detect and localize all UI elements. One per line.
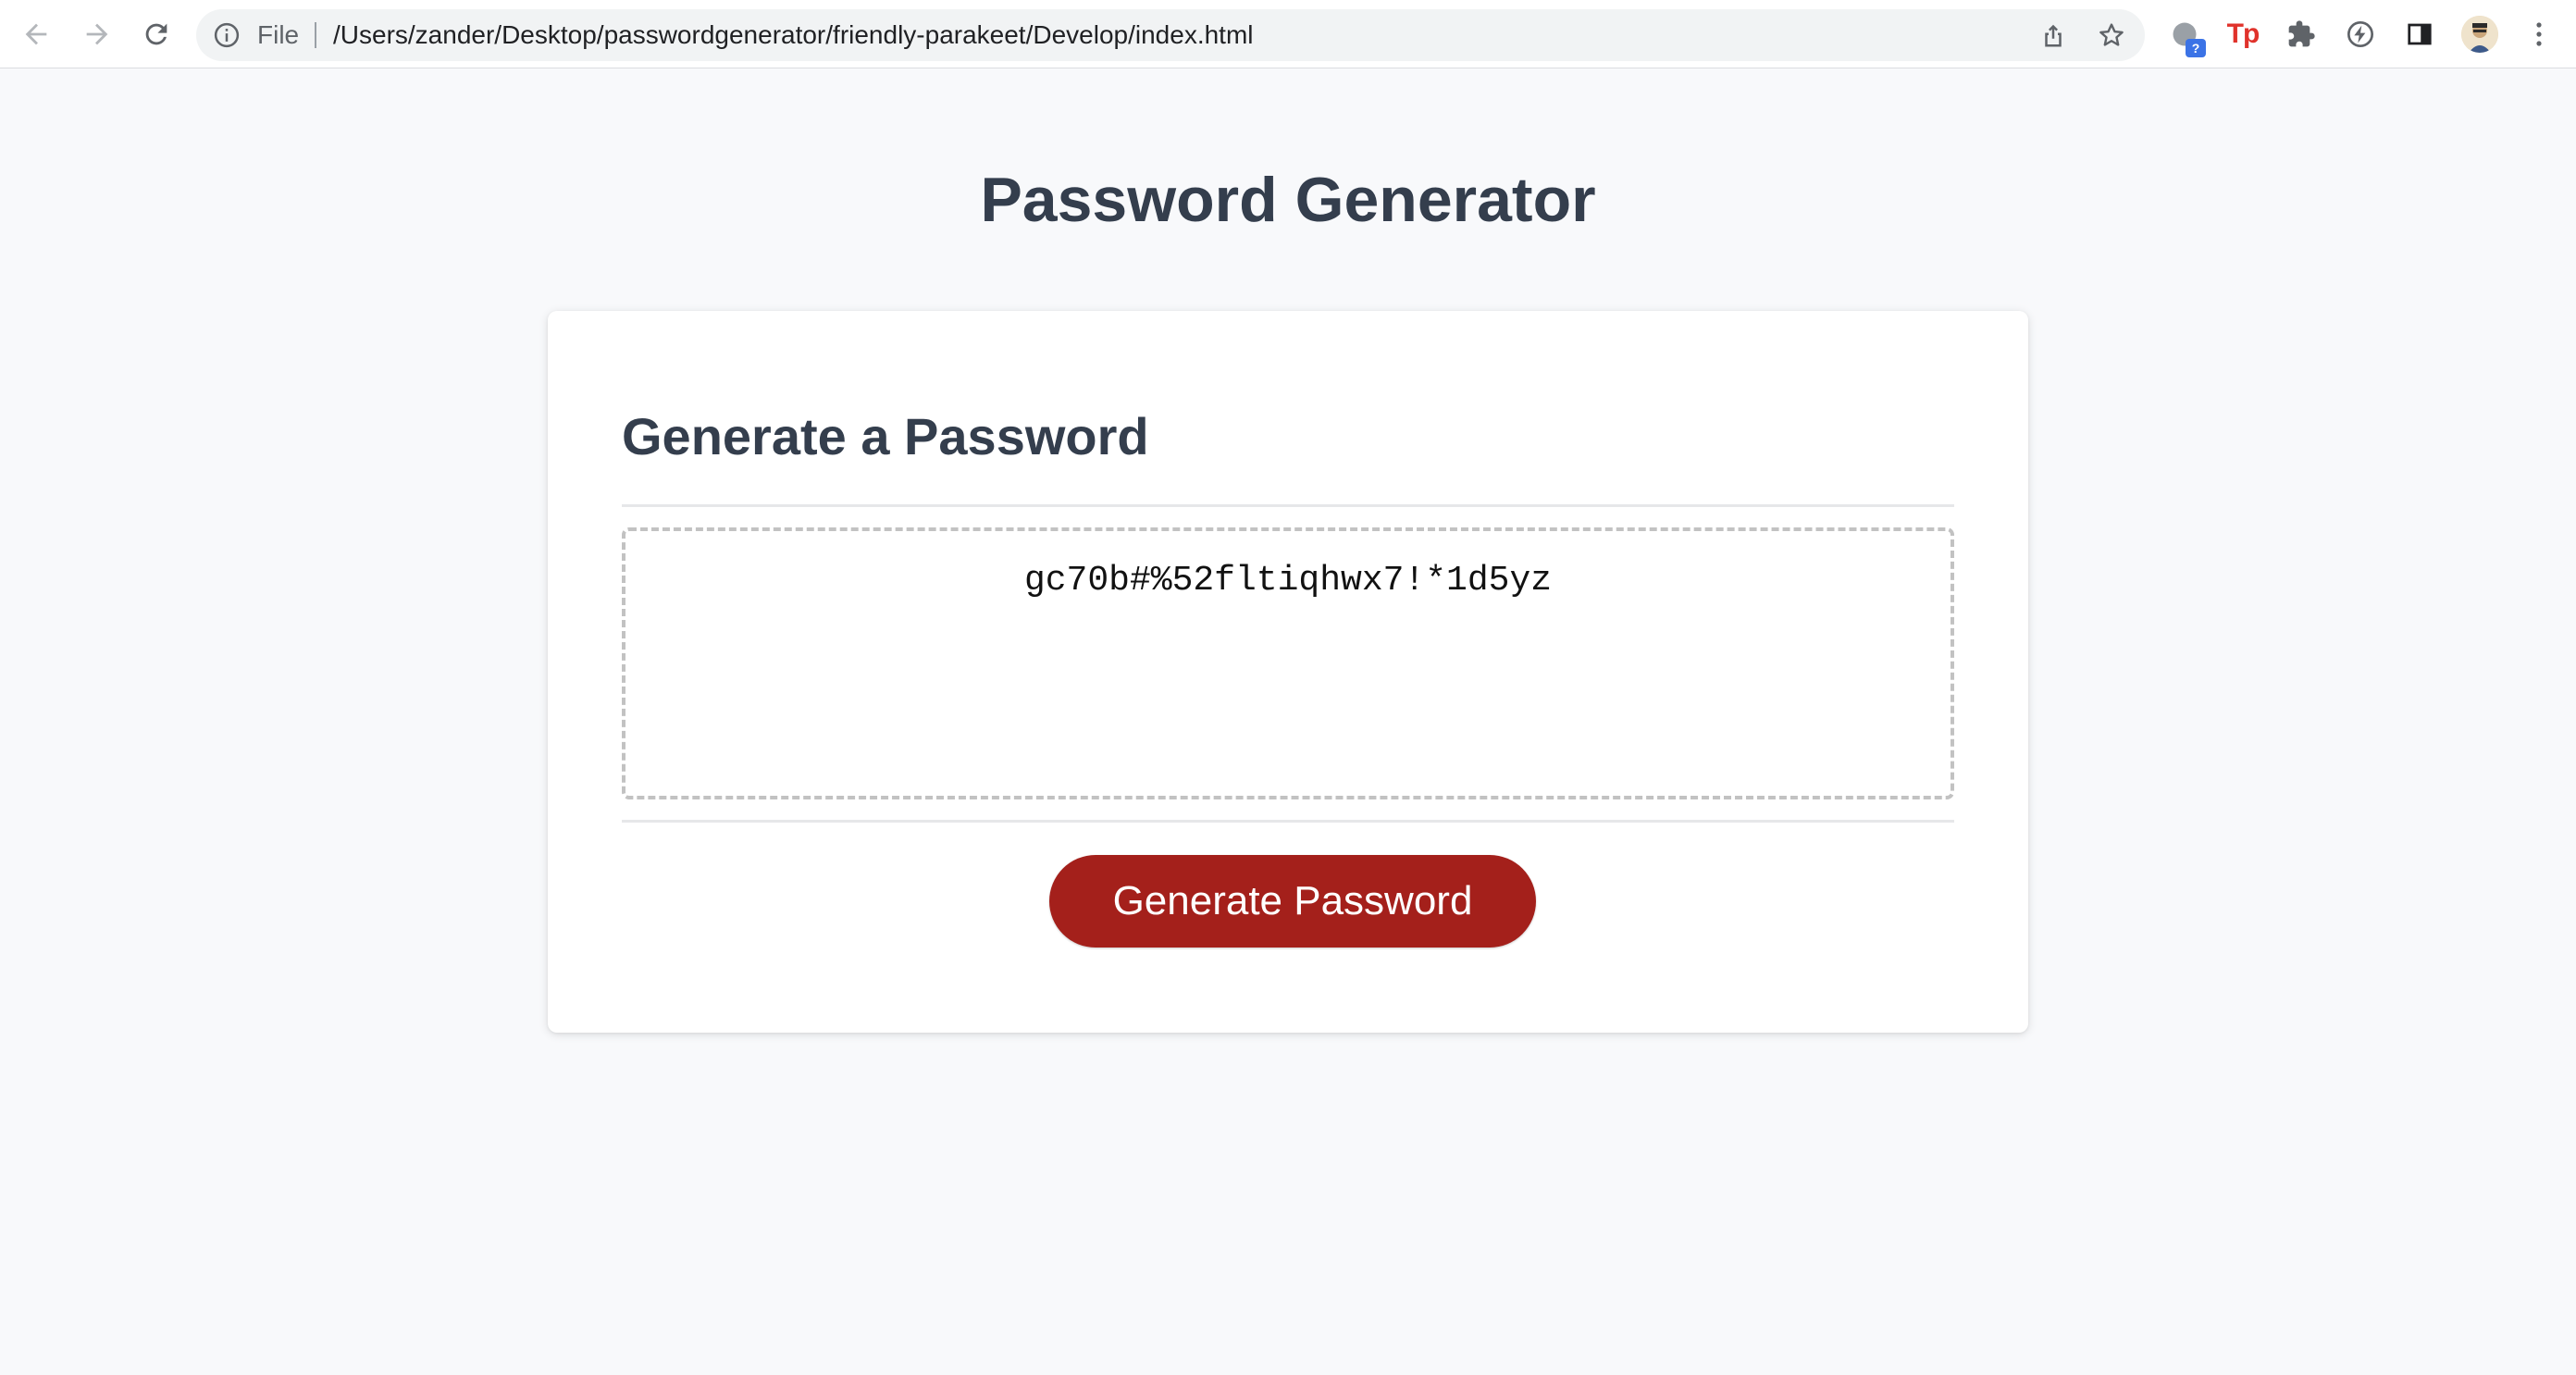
side-panel-icon xyxy=(2408,23,2432,45)
profile-avatar[interactable] xyxy=(2461,16,2498,53)
generate-password-button[interactable]: Generate Password xyxy=(1049,855,1536,948)
card-footer-divider xyxy=(622,820,1954,823)
url-separator xyxy=(315,22,316,48)
back-button[interactable] xyxy=(13,11,59,57)
card-title: Generate a Password xyxy=(622,407,1149,465)
bolt-circle-icon xyxy=(2347,21,2373,47)
info-icon[interactable] xyxy=(213,21,241,49)
page-title: Password Generator xyxy=(980,165,1596,235)
card-header: Generate a Password xyxy=(622,311,1954,507)
reload-icon xyxy=(145,23,167,45)
bookmark-star-icon[interactable] xyxy=(2097,20,2126,50)
extension-tp-button[interactable]: Tp xyxy=(2223,15,2262,54)
arrow-left-icon xyxy=(25,23,47,45)
password-output[interactable]: gc70b#%52fltiqhwx7!*1d5yz xyxy=(622,527,1954,799)
avatar-icon xyxy=(2461,16,2498,53)
more-vertical-icon xyxy=(2536,22,2542,46)
url-scheme-label: File xyxy=(257,20,300,49)
reload-button[interactable] xyxy=(133,11,180,57)
browser-toolbar: File /Users/zander/Desktop/passwordgener… xyxy=(0,0,2576,68)
extension-bolt-button[interactable] xyxy=(2341,15,2380,54)
browser-menu-button[interactable] xyxy=(2522,15,2556,54)
url-text[interactable]: /Users/zander/Desktop/passwordgenerator/… xyxy=(333,9,1254,61)
arrow-right-icon xyxy=(86,23,108,45)
extension-badge: ? xyxy=(2186,39,2206,57)
share-icon[interactable] xyxy=(2039,21,2067,49)
password-card: Generate a Password gc70b#%52fltiqhwx7!*… xyxy=(548,311,2028,1033)
extensions-button[interactable] xyxy=(2282,15,2321,54)
puzzle-icon xyxy=(2288,20,2315,47)
extension-unknown-button[interactable]: ? xyxy=(2165,15,2206,57)
tp-logo-icon: Tp xyxy=(2226,19,2260,49)
address-bar[interactable]: File /Users/zander/Desktop/passwordgener… xyxy=(196,9,2145,61)
side-panel-button[interactable] xyxy=(2400,15,2439,54)
forward-button[interactable] xyxy=(74,11,120,57)
